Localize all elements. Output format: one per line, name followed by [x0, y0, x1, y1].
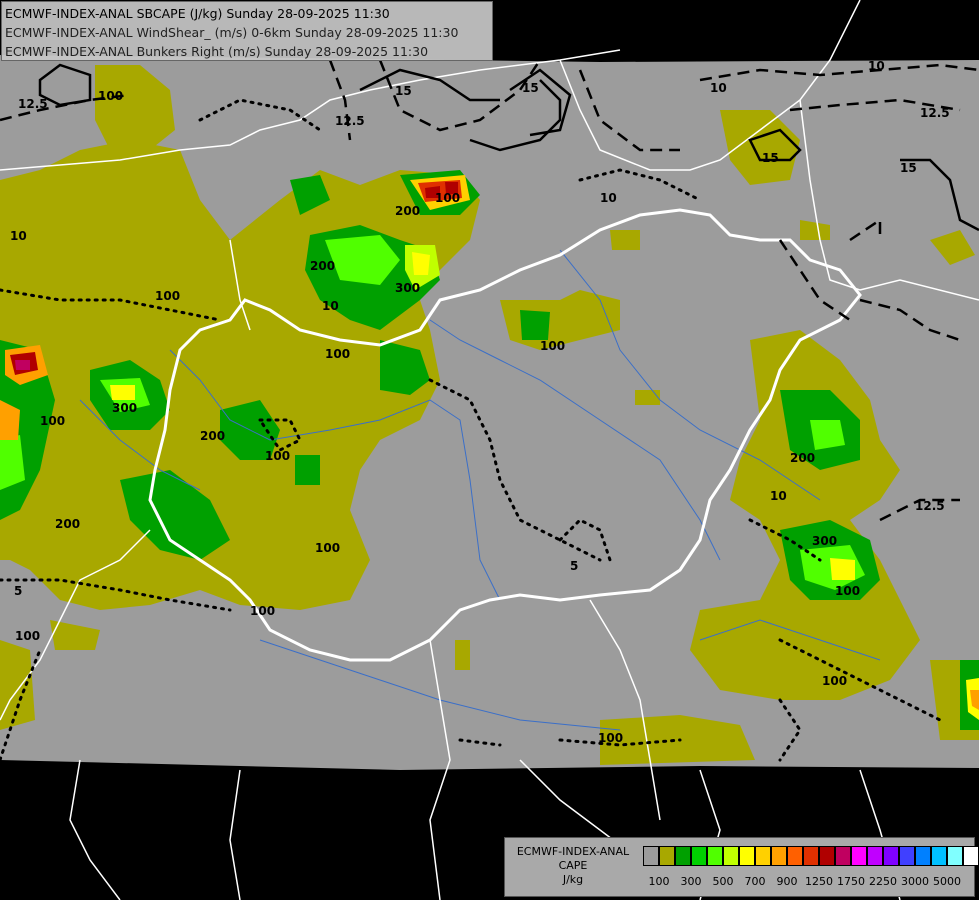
legend-tick-label: 100 [648, 875, 670, 888]
legend-swatch [915, 846, 931, 866]
legend-ticks: 100 300 500 700 900 1250 1750 2250 3000 5000 [643, 875, 973, 889]
legend-swatch [755, 846, 771, 866]
shear-label: 5 [570, 559, 578, 573]
legend-tick-label: 2250 [869, 875, 897, 888]
cape-label: 100 [265, 449, 290, 463]
legend-tick-label: 900 [776, 875, 798, 888]
legend-swatch [819, 846, 835, 866]
legend-swatch [931, 846, 947, 866]
legend-swatch [787, 846, 803, 866]
legend-tick-label: 1750 [837, 875, 865, 888]
legend-swatch [771, 846, 787, 866]
legend-tick-label: 700 [744, 875, 766, 888]
shear-label: 15 [395, 84, 412, 98]
legend-swatch [835, 846, 851, 866]
legend-swatch [659, 846, 675, 866]
legend-swatch [643, 846, 659, 866]
legend-tick-label: 1250 [805, 875, 833, 888]
legend-tick-label: 300 [680, 875, 702, 888]
cape-label: 100 [325, 347, 350, 361]
cape-label: 100 [15, 629, 40, 643]
legend-tick-label: 5000 [933, 875, 961, 888]
legend-swatch [739, 846, 755, 866]
title-line-bunkers: ECMWF-INDEX-ANAL Bunkers Right (m/s) Sun… [5, 44, 429, 59]
cape-label: 300 [812, 534, 837, 548]
cape-legend: ECMWF-INDEX-ANAL CAPE J/kg 100 300 500 700 9… [504, 837, 979, 897]
shear-label: 12.5 [915, 499, 945, 513]
cape-label: 100 [250, 604, 275, 618]
shear-label: 15 [762, 151, 779, 165]
legend-swatch [691, 846, 707, 866]
cape-label: 100 [598, 731, 623, 745]
legend-tick-label: 500 [712, 875, 734, 888]
cape-label: 100 [540, 339, 565, 353]
legend-swatch [867, 846, 883, 866]
shear-label: 15 [900, 161, 917, 175]
legend-swatch [947, 846, 963, 866]
legend-swatch [851, 846, 867, 866]
shear-label: 10 [770, 489, 787, 503]
legend-swatch [899, 846, 915, 866]
shear-label: 10 [710, 81, 727, 95]
cape-label: 100 [315, 541, 340, 555]
shear-label: 10 [10, 229, 27, 243]
cape-label: 100 [155, 289, 180, 303]
cape-label: 200 [395, 204, 420, 218]
shear-label: 12.5 [335, 114, 365, 128]
title-line-windshear: ECMWF-INDEX-ANAL WindShear_ (m/s) 0-6km … [5, 25, 459, 40]
legend-title-unit: J/kg [562, 873, 584, 886]
legend-title-source: ECMWF-INDEX-ANAL [516, 845, 630, 858]
shear-label: 12.5 [18, 97, 48, 111]
cape-label: 100 [40, 414, 65, 428]
cape-label: 100 [822, 674, 847, 688]
legend-swatch [675, 846, 691, 866]
cape-label: 200 [790, 451, 815, 465]
legend-tick-label: 3000 [901, 875, 929, 888]
shear-label: 12.5 [920, 106, 950, 120]
map-title-box: ECMWF-INDEX-ANAL SBCAPE (J/kg) Sunday 28… [1, 1, 493, 61]
legend-swatch [707, 846, 723, 866]
legend-swatch [723, 846, 739, 866]
shear-label: 5 [14, 584, 22, 598]
cape-label: 100 [435, 191, 460, 205]
legend-color-bar [643, 846, 979, 866]
cape-label: 100 [835, 584, 860, 598]
legend-title-variable: CAPE [558, 859, 588, 872]
shear-label: 10 [868, 59, 885, 73]
shear-label: 10 [322, 299, 339, 313]
weather-map: 12.5 10 10 12.5 15 15 15 10 12.5 10 5 5 … [0, 0, 979, 900]
cape-label: 200 [200, 429, 225, 443]
title-line-sbcape: ECMWF-INDEX-ANAL SBCAPE (J/kg) Sunday 28… [5, 6, 390, 21]
cape-label: 200 [55, 517, 80, 531]
shear-label: 15 [522, 81, 539, 95]
cape-label: 300 [395, 281, 420, 295]
legend-swatch [963, 846, 979, 866]
cape-label: 100 [98, 89, 123, 103]
shear-label: 10 [600, 191, 617, 205]
cape-label: 200 [310, 259, 335, 273]
legend-title: ECMWF-INDEX-ANAL CAPE J/kg [507, 845, 639, 887]
cape-label: 300 [112, 401, 137, 415]
legend-swatch [803, 846, 819, 866]
legend-swatch [883, 846, 899, 866]
